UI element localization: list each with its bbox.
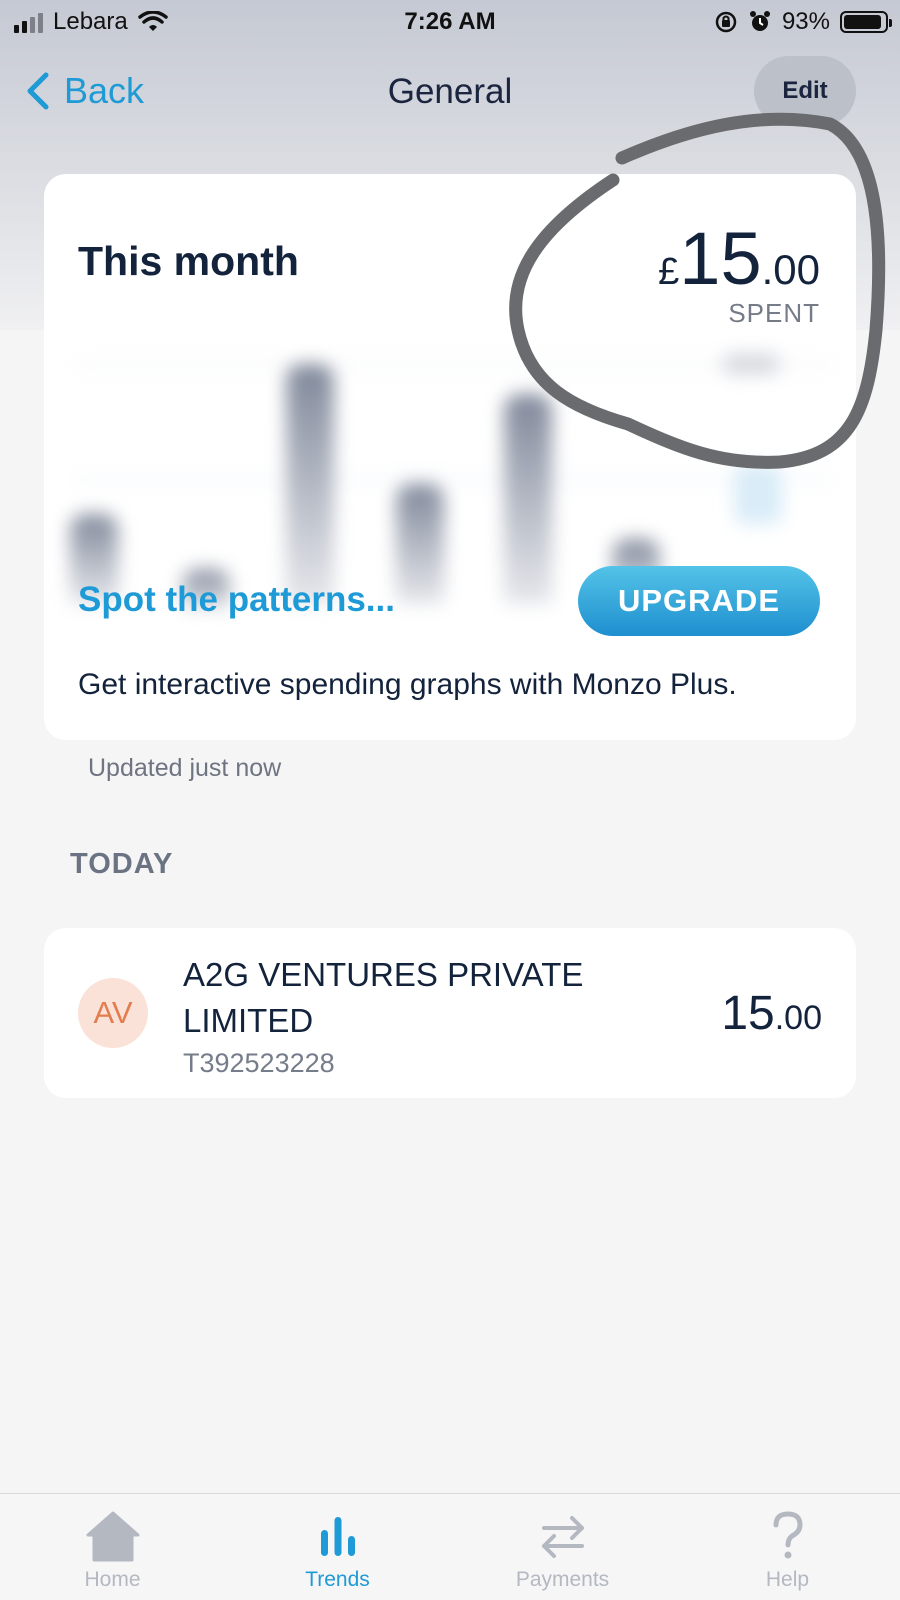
tab-home-label: Home [84, 1568, 141, 1591]
section-title-today: TODAY [70, 848, 174, 880]
amount-main: 15 [679, 217, 762, 300]
status-bar: Lebara 7:26 AM 93% [0, 0, 900, 46]
transaction-row[interactable]: AV A2G VENTURES PRIVATE LIMITED T3925232… [44, 928, 856, 1098]
battery-fill [844, 15, 882, 29]
spent-label: SPENT [728, 298, 820, 328]
spending-summary-card: This month £15.00 SPENT Spot the pattern… [44, 174, 856, 740]
merchant-name: A2G VENTURES PRIVATE LIMITED [183, 956, 584, 1039]
tab-trends-label: Trends [305, 1568, 370, 1591]
chart-label-placeholder [722, 354, 780, 374]
tab-payments-label: Payments [515, 1568, 610, 1591]
battery-percent: 93% [781, 8, 830, 35]
transaction-amount-main: 15 [721, 987, 775, 1040]
chart-bar [396, 484, 444, 604]
chart-gridline [74, 479, 834, 481]
promo-text: Get interactive spending graphs with Mon… [78, 668, 737, 701]
transaction-amount: 15.00 [721, 986, 822, 1041]
tab-help[interactable]: Help [675, 1494, 900, 1600]
transaction-amount-pence: .00 [774, 999, 822, 1037]
help-icon [675, 1508, 900, 1564]
payments-icon [450, 1508, 675, 1564]
spent-amount: £15.00 [658, 216, 820, 301]
upgrade-button[interactable]: UPGRADE [578, 566, 820, 636]
tab-help-label: Help [765, 1568, 810, 1591]
trends-icon [225, 1508, 450, 1564]
tab-trends[interactable]: Trends [225, 1494, 450, 1600]
summary-heading: This month [78, 238, 299, 284]
updated-text: Updated just now [88, 754, 282, 782]
edit-button[interactable]: Edit [754, 56, 856, 126]
home-icon [0, 1508, 225, 1564]
currency-symbol: £ [658, 251, 680, 293]
alarm-icon [749, 11, 770, 31]
battery-icon [840, 11, 892, 33]
amount-pence: .00 [761, 246, 820, 293]
tab-payments[interactable]: Payments [450, 1494, 675, 1600]
chart-gridline [74, 364, 834, 366]
chart-bar [504, 394, 552, 604]
merchant-avatar: AV [78, 978, 148, 1048]
tab-bar: Home Trends Payments Help [0, 1493, 900, 1600]
transaction-reference: T392523228 [183, 1048, 335, 1078]
tab-home[interactable]: Home [0, 1494, 225, 1600]
chart-bar [734, 464, 782, 524]
rotation-lock-icon [715, 11, 737, 33]
status-right: 93% [714, 8, 892, 36]
chart-bar [286, 364, 334, 604]
patterns-heading: Spot the patterns... [78, 580, 395, 619]
